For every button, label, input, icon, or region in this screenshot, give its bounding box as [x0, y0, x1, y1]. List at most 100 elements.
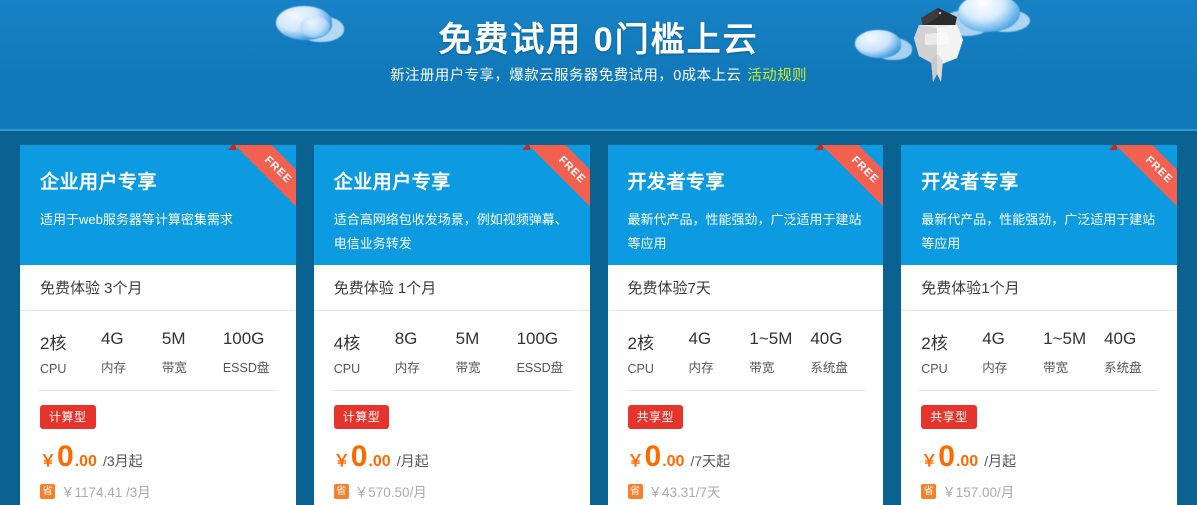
- card-header: FREE 开发者专享 最新代产品，性能强劲，广泛适用于建站等应用: [607, 145, 884, 265]
- spec-label: 带宽: [455, 361, 481, 375]
- card-description: 适用于web服务器等计算密集需求: [40, 212, 233, 227]
- card-description: 适合高网络包收发场景，例如视频弹幕、电信业务转发: [333, 212, 568, 251]
- price-integer: 0: [350, 440, 368, 473]
- ribbon-fold-left-icon: [521, 145, 530, 150]
- spec-item: 5M 带宽: [452, 329, 513, 376]
- banner-subtitle: 新注册用户专享，爆款云服务器免费试用，0成本上云 活动规则: [0, 64, 1197, 85]
- card-title: 企业用户专享: [333, 172, 451, 193]
- save-badge-icon: 省: [40, 483, 55, 499]
- price-section: 共享型 ￥ 0 .00 /月起 省 ￥157.00/月: [901, 391, 1177, 505]
- activity-rules-link[interactable]: 活动规则: [747, 68, 807, 84]
- spec-item: 1~5M 带宽: [1039, 329, 1100, 376]
- card-title: 开发者专享: [921, 172, 1019, 193]
- spec-item: 100G ESSD盘: [219, 329, 280, 376]
- instance-type-badge: 共享型: [921, 405, 977, 429]
- spec-item: 5M 带宽: [158, 329, 219, 376]
- spec-item: 40G 系统盘: [806, 329, 867, 376]
- price-unit: /月起: [396, 453, 429, 469]
- price-cents: .00: [955, 453, 979, 470]
- price-section: 共享型 ￥ 0 .00 /7天起 省 ￥43.31/7天: [608, 391, 884, 505]
- original-price-row: 省 ￥1174.41 /3月: [40, 481, 276, 501]
- price-cents: .00: [368, 453, 391, 470]
- spec-list: 2核 CPU 4G 内存 1~5M 带宽 40G 系统盘: [608, 311, 884, 390]
- current-price: ￥ 0 .00 /7天起: [628, 442, 864, 472]
- spec-value: 4核: [333, 334, 361, 353]
- instance-type-badge: 计算型: [333, 405, 390, 429]
- currency-symbol: ￥: [40, 453, 57, 470]
- spec-item: 100G ESSD盘: [513, 329, 574, 376]
- card-description: 最新代产品，性能强劲，广泛适用于建站等应用: [627, 212, 862, 251]
- price-unit: /月起: [984, 453, 1017, 469]
- spec-item: 8G 内存: [391, 329, 452, 376]
- spec-item: 2核 CPU: [624, 329, 685, 376]
- spec-label: ESSD盘: [516, 361, 564, 375]
- spec-label: CPU: [921, 362, 948, 376]
- spec-label: 内存: [982, 361, 1008, 375]
- ribbon-fold-left-icon: [815, 145, 824, 150]
- spec-value: 40G: [810, 329, 843, 348]
- product-card[interactable]: FREE 开发者专享 最新代产品，性能强劲，广泛适用于建站等应用 免费体验7天 …: [607, 145, 884, 505]
- current-price: ￥ 0 .00 /3月起: [40, 442, 276, 472]
- spec-item: 1~5M 带宽: [745, 329, 806, 376]
- product-card[interactable]: FREE 开发者专享 最新代产品，性能强劲，广泛适用于建站等应用 免费体验1个月…: [901, 145, 1177, 505]
- spec-item: 2核 CPU: [36, 329, 97, 376]
- save-badge-icon: 省: [627, 483, 643, 499]
- spec-item: 40G 系统盘: [1100, 329, 1161, 376]
- save-badge-icon: 省: [333, 483, 349, 499]
- promo-banner: 免费试用 0门槛上云 新注册用户专享，爆款云服务器免费试用，0成本上云 活动规则: [0, 0, 1197, 131]
- spec-list: 2核 CPU 4G 内存 1~5M 带宽 40G 系统盘: [901, 311, 1177, 390]
- price-section: 计算型 ￥ 0 .00 /月起 省 ￥570.50/月: [314, 391, 590, 505]
- trial-duration: 免费体验 3个月: [20, 265, 296, 311]
- banner-subtitle-text: 新注册用户专享，爆款云服务器免费试用，0成本上云: [390, 68, 742, 84]
- spec-value: 1~5M: [1043, 329, 1087, 348]
- current-price: ￥ 0 .00 /月起: [921, 442, 1157, 472]
- spec-item: 4核 CPU: [330, 329, 391, 376]
- ribbon-fold-left-icon: [1109, 145, 1117, 150]
- spec-label: ESSD盘: [222, 361, 270, 375]
- instance-type-badge: 共享型: [627, 405, 684, 429]
- spec-item: 4G 内存: [684, 329, 745, 376]
- spec-value: 4G: [688, 329, 712, 348]
- original-price: ￥157.00/月: [942, 485, 1015, 500]
- spec-value: 4G: [982, 329, 1005, 348]
- product-card[interactable]: FREE 企业用户专享 适用于web服务器等计算密集需求 免费体验 3个月 2核…: [20, 145, 296, 505]
- spec-value: 2核: [40, 334, 67, 353]
- trial-duration: 免费体验 1个月: [313, 265, 590, 311]
- spec-label: 系统盘: [810, 361, 848, 375]
- spec-value: 2核: [921, 334, 948, 353]
- price-cents: .00: [74, 453, 97, 470]
- spec-value: 1~5M: [749, 329, 793, 348]
- original-price: ￥570.50/月: [354, 485, 427, 500]
- instance-type-badge: 计算型: [40, 405, 96, 429]
- original-price: ￥43.31/7天: [648, 485, 721, 500]
- price-integer: 0: [57, 440, 74, 473]
- spec-label: 系统盘: [1104, 361, 1142, 375]
- product-card-list: FREE 企业用户专享 适用于web服务器等计算密集需求 免费体验 3个月 2核…: [0, 145, 1197, 505]
- ribbon-fold-left-icon: [227, 145, 236, 150]
- currency-symbol: ￥: [333, 453, 350, 470]
- card-description: 最新代产品，性能强劲，广泛适用于建站等应用: [921, 212, 1156, 251]
- trial-duration: 免费体验1个月: [901, 265, 1177, 311]
- price-unit: /7天起: [690, 453, 731, 469]
- card-title: 开发者专享: [627, 172, 726, 193]
- spec-item: 2核 CPU: [917, 329, 978, 376]
- spec-value: 100G: [222, 329, 265, 348]
- spec-label: 带宽: [749, 361, 775, 375]
- spec-value: 2核: [627, 334, 654, 353]
- card-header: FREE 企业用户专享 适合高网络包收发场景，例如视频弹幕、电信业务转发: [313, 145, 590, 265]
- trial-duration: 免费体验7天: [607, 265, 884, 311]
- spec-value: 5M: [161, 329, 186, 348]
- card-header: FREE 企业用户专享 适用于web服务器等计算密集需求: [20, 145, 296, 265]
- page-title: 免费试用 0门槛上云: [438, 21, 759, 59]
- original-price-row: 省 ￥157.00/月: [921, 481, 1157, 501]
- current-price: ￥ 0 .00 /月起: [334, 442, 570, 472]
- product-card[interactable]: FREE 企业用户专享 适合高网络包收发场景，例如视频弹幕、电信业务转发 免费体…: [313, 145, 590, 505]
- spec-label: 内存: [394, 361, 420, 375]
- spec-value: 8G: [394, 329, 418, 348]
- spec-value: 40G: [1104, 329, 1137, 348]
- spec-label: CPU: [333, 362, 361, 376]
- price-integer: 0: [644, 440, 662, 473]
- spec-list: 4核 CPU 8G 内存 5M 带宽 100G ESSD盘: [314, 311, 590, 390]
- price-unit: /3月起: [102, 453, 143, 469]
- save-badge-icon: 省: [921, 483, 937, 499]
